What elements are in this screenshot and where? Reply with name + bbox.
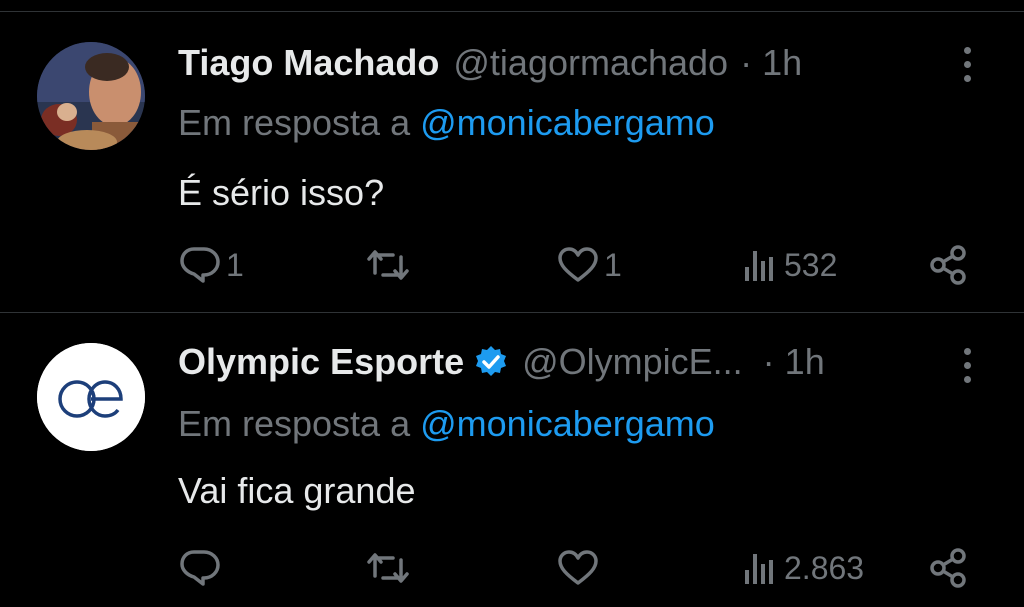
person-photo-avatar-icon	[37, 42, 145, 150]
tweet-actions: 2.863	[0, 543, 1024, 593]
share-icon	[930, 548, 966, 588]
separator-dot: ·	[740, 42, 753, 83]
like-button[interactable]: 1	[556, 240, 622, 290]
timestamp[interactable]: 1h	[762, 42, 802, 84]
reply-prefix: Em resposta a	[178, 102, 411, 143]
reply-context: Em resposta a @monicabergamo	[178, 403, 715, 445]
views-count: 532	[784, 246, 838, 283]
tweet-text: É sério isso?	[178, 172, 385, 213]
tweet-actions: 1 1 532	[0, 240, 1024, 290]
separator-dot: ·	[762, 341, 775, 382]
views-icon	[745, 554, 773, 584]
tweet-text: Vai fica grande	[178, 470, 416, 511]
oe-logo-avatar-icon	[37, 343, 145, 451]
avatar[interactable]	[37, 42, 145, 150]
user-handle[interactable]: @tiagormachado	[453, 42, 728, 84]
avatar[interactable]	[37, 343, 145, 451]
like-count: 1	[604, 246, 622, 283]
more-options-button[interactable]	[952, 42, 982, 86]
display-name[interactable]: Tiago Machado	[178, 42, 439, 84]
tweet-header: Olympic Esporte @OlympicE... · 1h	[178, 337, 825, 387]
timestamp[interactable]: 1h	[785, 341, 825, 383]
reply-context: Em resposta a @monicabergamo	[178, 102, 715, 144]
share-icon	[930, 245, 966, 285]
repost-icon	[367, 553, 409, 583]
user-handle[interactable]: @OlympicE...	[522, 341, 743, 383]
like-button[interactable]	[556, 543, 604, 593]
views-count: 2.863	[784, 549, 865, 586]
reply-count: 1	[226, 246, 244, 283]
verified-badge-icon	[474, 345, 508, 379]
tweet[interactable]: Tiago Machado @tiagormachado · 1h Em res…	[0, 12, 1024, 312]
share-button[interactable]	[928, 543, 970, 593]
tweet[interactable]: Olympic Esporte @OlympicE... · 1h Em res…	[0, 313, 1024, 607]
repost-icon	[367, 250, 409, 280]
more-options-icon	[963, 347, 971, 355]
reply-button[interactable]	[178, 543, 226, 593]
display-name[interactable]: Olympic Esporte	[178, 341, 464, 383]
share-button[interactable]	[928, 240, 970, 290]
like-icon	[558, 550, 598, 585]
views-button[interactable]: 532	[740, 240, 837, 290]
more-options-icon	[963, 46, 971, 54]
repost-button[interactable]	[365, 543, 415, 593]
repost-button[interactable]	[365, 240, 415, 290]
reply-mention-link[interactable]: @monicabergamo	[420, 102, 715, 143]
tweet-header: Tiago Machado @tiagormachado · 1h	[178, 38, 802, 88]
reply-button[interactable]: 1	[178, 240, 244, 290]
reply-icon	[180, 550, 220, 586]
like-icon	[558, 247, 598, 282]
top-divider	[0, 0, 1024, 12]
more-options-button[interactable]	[952, 343, 982, 387]
views-icon	[745, 251, 773, 281]
reply-icon	[180, 247, 220, 283]
reply-mention-link[interactable]: @monicabergamo	[420, 403, 715, 444]
reply-prefix: Em resposta a	[178, 403, 411, 444]
views-button[interactable]: 2.863	[740, 543, 864, 593]
